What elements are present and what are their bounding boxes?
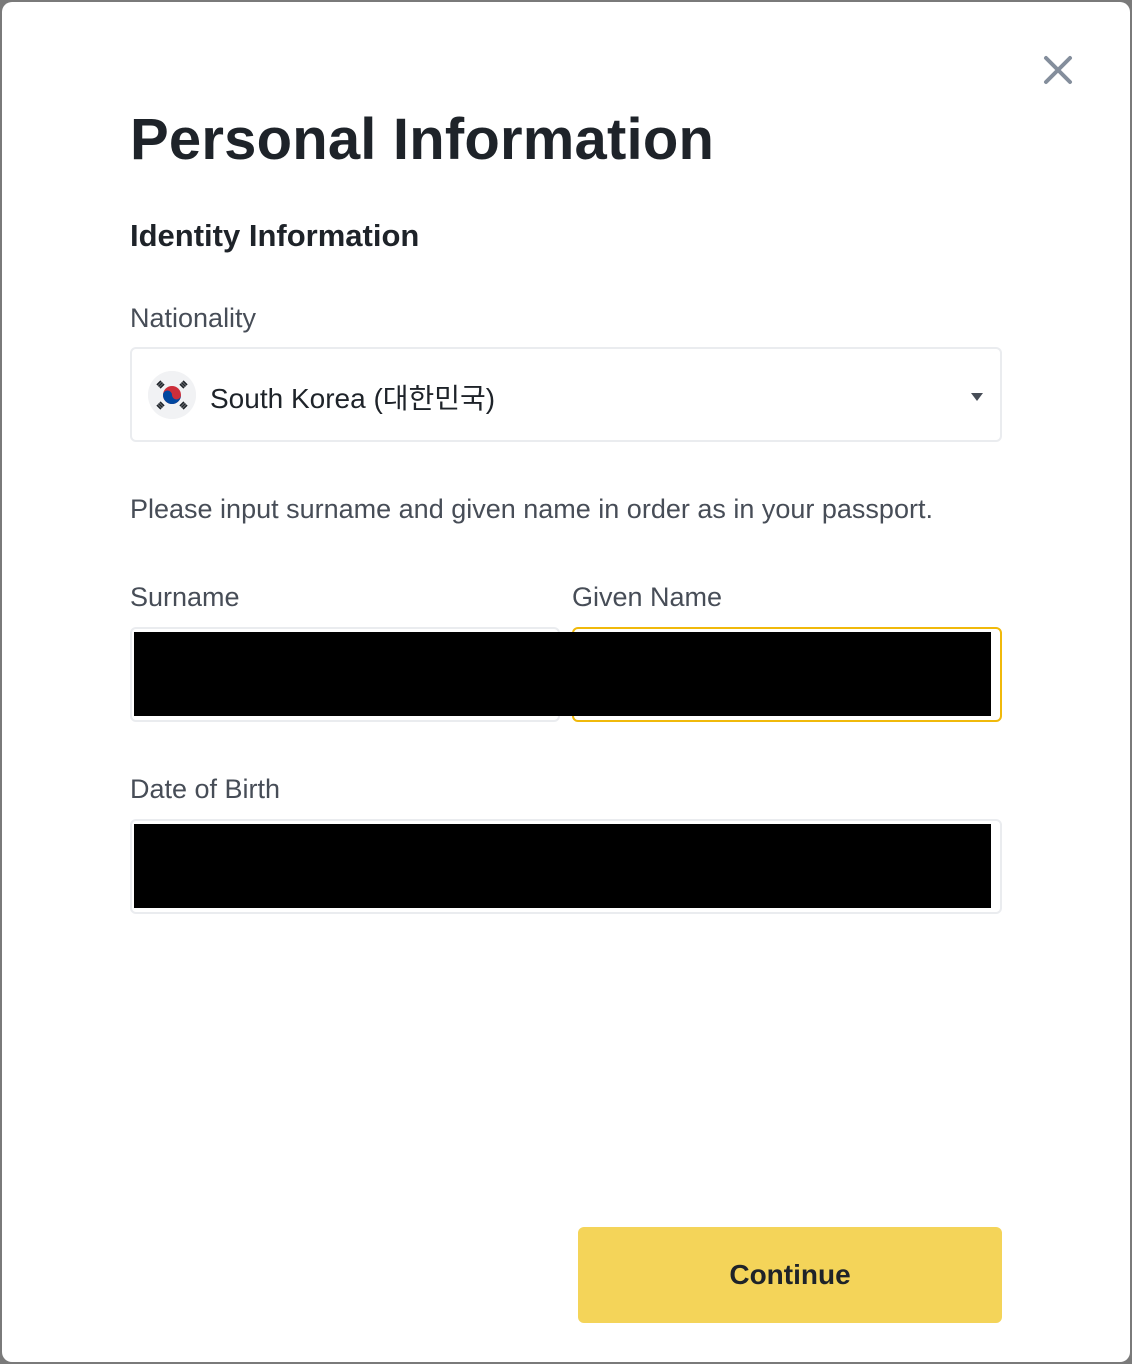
caret-down-icon xyxy=(970,389,984,401)
nationality-label: Nationality xyxy=(130,303,257,333)
nationality-select[interactable]: South Korea (대한민국) xyxy=(130,347,1002,442)
passport-hint: Please input surname and given name in o… xyxy=(130,494,933,524)
section-title: Identity Information xyxy=(130,218,420,253)
redacted-name-block xyxy=(134,632,991,716)
surname-label: Surname xyxy=(130,582,240,612)
personal-information-modal: Personal Information Identity Informatio… xyxy=(2,2,1130,1362)
redacted-dob-block xyxy=(134,824,991,908)
continue-button[interactable]: Continue xyxy=(578,1227,1002,1323)
page-title: Personal Information xyxy=(130,107,715,172)
nationality-value: South Korea (대한민국) xyxy=(210,383,496,414)
south-korea-flag-icon xyxy=(148,371,196,419)
given-name-label: Given Name xyxy=(572,582,723,612)
close-icon[interactable] xyxy=(1038,50,1078,90)
date-of-birth-label: Date of Birth xyxy=(130,774,281,804)
